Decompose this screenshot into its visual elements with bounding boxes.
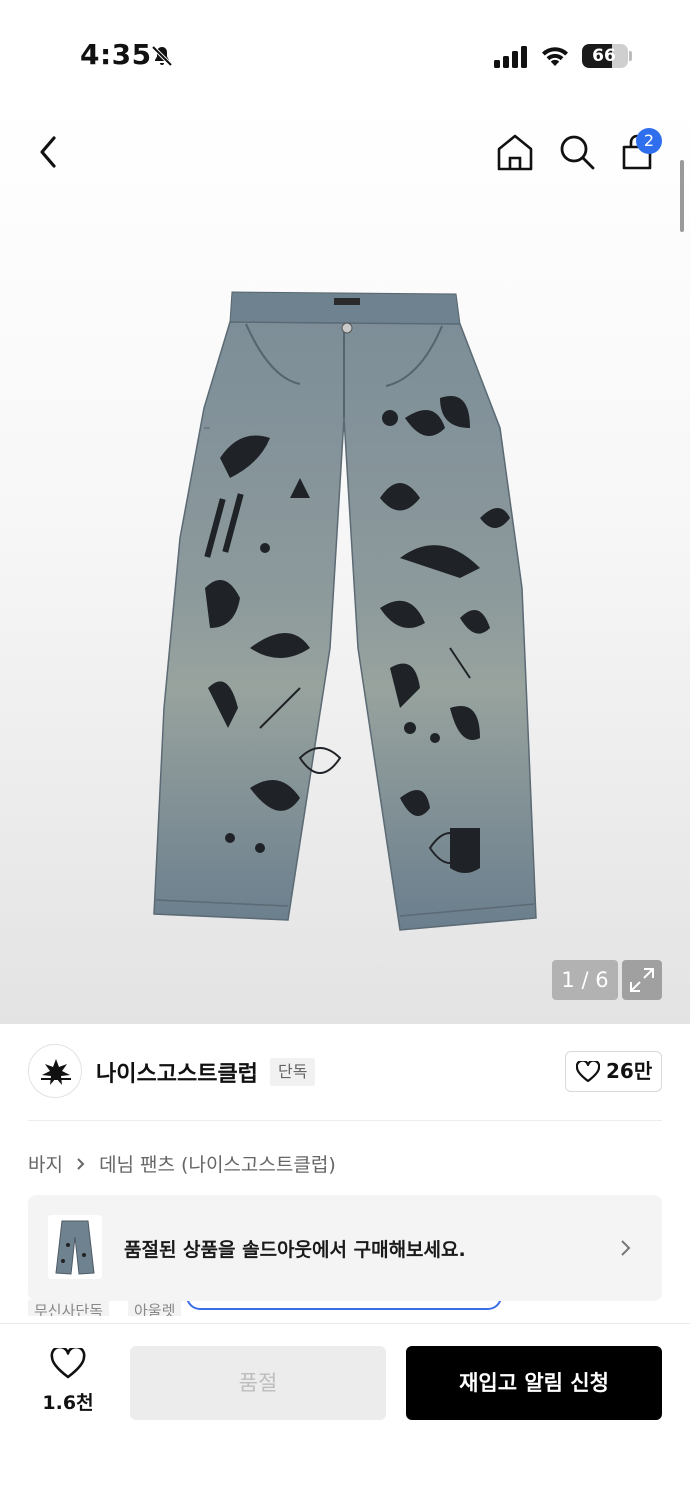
restock-alert-button[interactable]: 재입고 알림 신청 — [406, 1346, 662, 1420]
soldout-button: 품절 — [130, 1346, 386, 1420]
heart-icon — [576, 1061, 600, 1083]
expand-icon[interactable] — [622, 960, 662, 1000]
heart-icon[interactable] — [50, 1348, 86, 1380]
brand-logo[interactable] — [28, 1044, 82, 1098]
home-icon[interactable] — [496, 132, 534, 172]
battery-cap — [629, 51, 632, 61]
tag-outlet[interactable]: 아울렛 — [128, 1300, 182, 1316]
wifi-icon — [542, 47, 568, 66]
chevron-right-icon — [621, 1240, 631, 1256]
tag-exclusive[interactable]: 무신사단독 — [28, 1300, 110, 1316]
brand-logo-mark-icon — [41, 1059, 71, 1085]
battery-icon: 66 — [582, 44, 628, 68]
bell-slash-icon — [151, 45, 173, 67]
breadcrumb: 바지 데님 팬츠 (나이스고스트클럽) — [28, 1150, 336, 1177]
cellular-signal-icon — [494, 46, 527, 68]
brand-name[interactable]: 나이스고스트클럽 — [96, 1056, 258, 1088]
breadcrumb-category[interactable]: 바지 — [28, 1154, 63, 1176]
search-icon[interactable] — [558, 132, 596, 172]
battery-level-text: 66 — [592, 46, 616, 66]
product-thumbnail — [48, 1215, 102, 1279]
breadcrumb-subcategory[interactable]: 데님 팬츠 (나이스고스트클럽) — [99, 1154, 336, 1176]
brand-like-button[interactable]: 26만 — [565, 1051, 662, 1092]
status-bar: 4:35 66 — [0, 0, 690, 100]
soldout-marketplace-banner[interactable]: 품절된 상품을 솔드아웃에서 구매해보세요. — [28, 1195, 662, 1301]
jeans-thumbnail-image — [55, 1220, 95, 1275]
exclusive-badge: 단독 — [270, 1058, 316, 1086]
brand-like-count: 26만 — [606, 1059, 653, 1083]
gallery-page-indicator: 1 / 6 — [552, 960, 618, 1000]
wishlist-count: 1.6천 — [42, 1392, 94, 1414]
product-image — [153, 291, 537, 931]
back-chevron-icon[interactable] — [32, 132, 68, 172]
scrollbar-thumb[interactable] — [680, 160, 684, 232]
chevron-right-icon — [77, 1157, 85, 1170]
divider — [28, 1120, 662, 1121]
cart-count-badge: 2 — [636, 128, 662, 154]
soldout-banner-text: 품절된 상품을 솔드아웃에서 구매해보세요. — [124, 1239, 466, 1261]
status-time: 4:35 — [80, 38, 152, 71]
